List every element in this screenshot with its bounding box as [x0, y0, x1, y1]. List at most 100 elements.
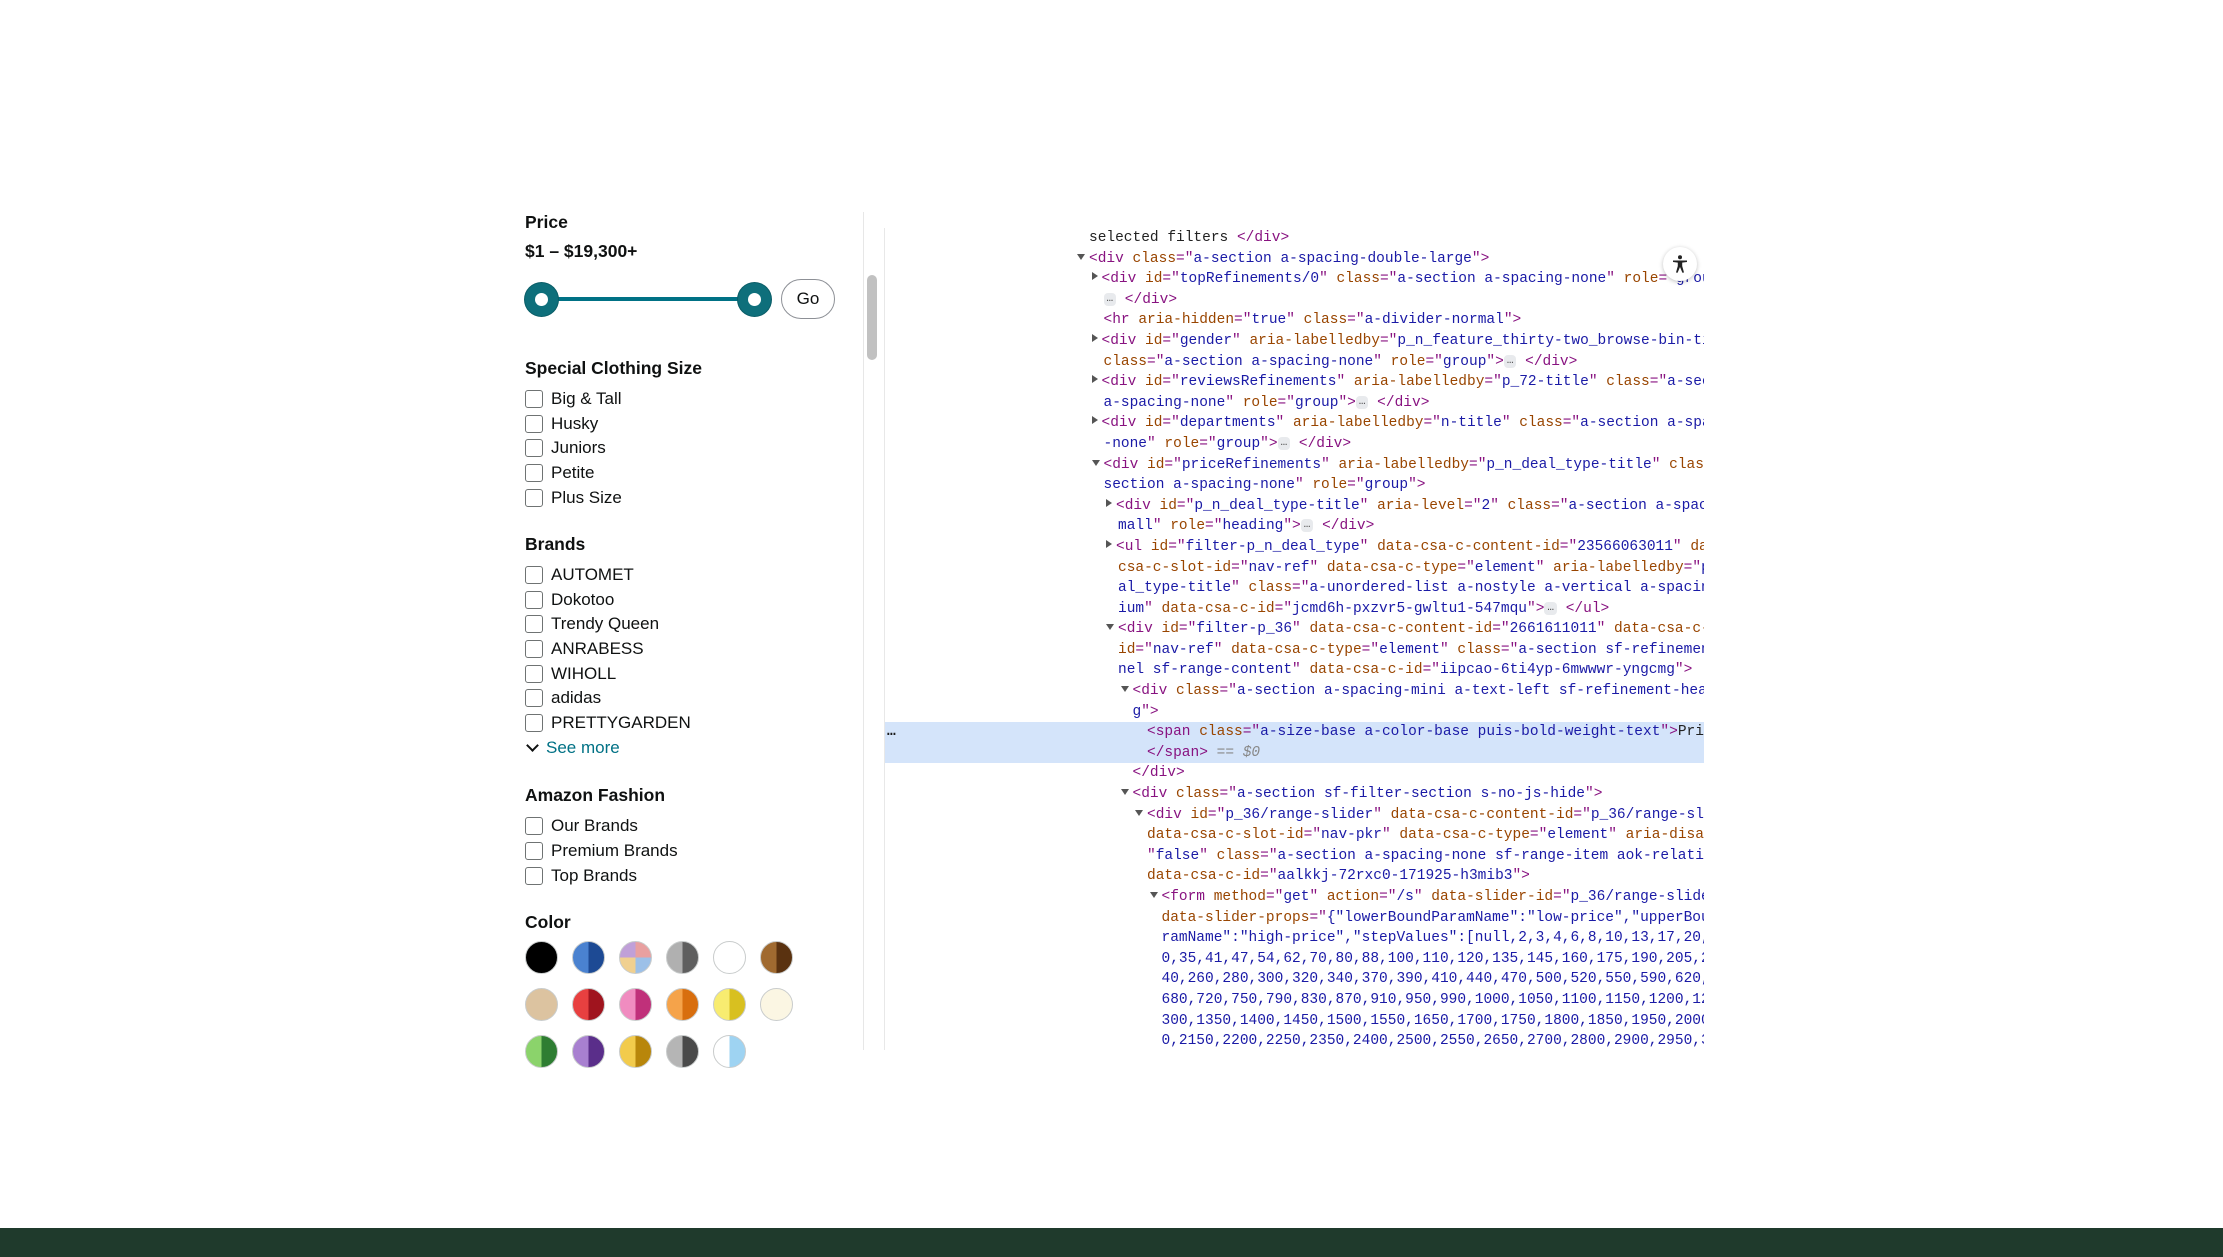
amazon-fashion-option[interactable]: Our Brands — [525, 814, 845, 839]
dom-node-line[interactable]: <div id="filter-p_36" data-csa-c-content… — [885, 619, 1704, 640]
expand-triangle-open-icon[interactable] — [1150, 892, 1158, 898]
dom-node-line[interactable]: -none" role="group">… </div> — [885, 434, 1704, 455]
expand-triangle-closed-icon[interactable] — [1092, 272, 1098, 280]
color-swatch[interactable] — [760, 941, 793, 974]
brand-option[interactable]: adidas — [525, 686, 845, 711]
dom-node-line[interactable]: <div class="a-section a-spacing-double-l… — [885, 249, 1704, 270]
checkbox[interactable] — [525, 640, 543, 658]
checkbox[interactable] — [525, 415, 543, 433]
checkbox[interactable] — [525, 867, 543, 885]
dom-node-line[interactable]: </div> — [885, 763, 1704, 784]
clothing-size-option[interactable]: Husky — [525, 412, 845, 437]
dom-node-line[interactable]: "false" class="a-section a-spacing-none … — [885, 846, 1704, 867]
dom-node-line-selected[interactable]: …<span class="a-size-base a-color-base p… — [885, 722, 1704, 743]
dom-node-line[interactable]: <div id="p_36/range-slider" data-csa-c-c… — [885, 805, 1704, 826]
color-swatch[interactable] — [619, 1035, 652, 1068]
dom-node-line[interactable]: 300,1350,1400,1450,1500,1550,1650,1700,1… — [885, 1011, 1704, 1032]
brand-option[interactable]: AUTOMET — [525, 563, 845, 588]
expand-triangle-closed-icon[interactable] — [1106, 540, 1112, 548]
expand-triangle-open-icon[interactable] — [1092, 460, 1100, 466]
collapsed-children-ellipsis[interactable]: … — [1278, 437, 1291, 450]
checkbox[interactable] — [525, 615, 543, 633]
dom-node-line[interactable]: <hr aria-hidden="true" class="a-divider-… — [885, 310, 1704, 331]
checkbox[interactable] — [525, 817, 543, 835]
checkbox[interactable] — [525, 390, 543, 408]
dom-node-line[interactable]: g"> — [885, 702, 1704, 723]
price-slider[interactable]: Go — [525, 278, 835, 320]
color-swatch[interactable] — [760, 988, 793, 1021]
expand-triangle-open-icon[interactable] — [1135, 810, 1143, 816]
dom-node-line[interactable]: data-csa-c-slot-id="nav-pkr" data-csa-c-… — [885, 825, 1704, 846]
clothing-size-option[interactable]: Petite — [525, 461, 845, 486]
checkbox[interactable] — [525, 591, 543, 609]
color-swatch[interactable] — [572, 1035, 605, 1068]
dom-node-line[interactable]: data-slider-props="{"lowerBoundParamName… — [885, 908, 1704, 929]
accessibility-button[interactable] — [1663, 247, 1697, 281]
filters-scrollbar[interactable] — [867, 275, 877, 360]
dom-node-line[interactable]: mall" role="heading">… </div> — [885, 516, 1704, 537]
dom-node-line[interactable]: nel sf-range-content" data-csa-c-id="iip… — [885, 660, 1704, 681]
dom-node-line[interactable]: <div class="a-section a-spacing-mini a-t… — [885, 681, 1704, 702]
checkbox[interactable] — [525, 439, 543, 457]
color-swatch[interactable] — [572, 941, 605, 974]
color-swatch[interactable] — [619, 941, 652, 974]
color-swatch[interactable] — [666, 1035, 699, 1068]
checkbox[interactable] — [525, 665, 543, 683]
dom-node-line[interactable]: id="nav-ref" data-csa-c-type="element" c… — [885, 640, 1704, 661]
node-actions-ellipsis[interactable]: … — [887, 722, 897, 743]
brand-option[interactable]: WIHOLL — [525, 661, 845, 686]
color-swatch[interactable] — [666, 988, 699, 1021]
brand-option[interactable]: ANRABESS — [525, 637, 845, 662]
dom-node-line[interactable]: <div id="gender" aria-labelledby="p_n_fe… — [885, 331, 1704, 352]
amazon-fashion-option[interactable]: Top Brands — [525, 863, 845, 888]
checkbox[interactable] — [525, 489, 543, 507]
dom-node-line[interactable]: ramName":"high-price","stepValues":[null… — [885, 928, 1704, 949]
expand-triangle-closed-icon[interactable] — [1092, 334, 1098, 342]
checkbox[interactable] — [525, 714, 543, 732]
price-go-button[interactable]: Go — [781, 279, 835, 319]
collapsed-children-ellipsis[interactable]: … — [1504, 355, 1517, 368]
color-swatch[interactable] — [666, 941, 699, 974]
dom-node-line[interactable]: class="a-section a-spacing-none" role="g… — [885, 352, 1704, 373]
dom-node-line[interactable]: data-csa-c-id="aalkkj-72rxc0-171925-h3mi… — [885, 866, 1704, 887]
color-swatch[interactable] — [619, 988, 652, 1021]
collapsed-children-ellipsis[interactable]: … — [1544, 602, 1557, 615]
dom-node-line[interactable]: selected filters </div> — [885, 228, 1704, 249]
price-slider-low-handle[interactable] — [525, 283, 558, 316]
expand-triangle-open-icon[interactable] — [1121, 686, 1129, 692]
dom-node-line[interactable]: section a-spacing-none" role="group"> — [885, 475, 1704, 496]
color-swatch[interactable] — [525, 1035, 558, 1068]
dom-node-line[interactable]: <div id="reviewsRefinements" aria-labell… — [885, 372, 1704, 393]
checkbox[interactable] — [525, 842, 543, 860]
expand-triangle-closed-icon[interactable] — [1092, 375, 1098, 383]
brands-see-more-link[interactable]: See more — [525, 735, 845, 761]
checkbox[interactable] — [525, 566, 543, 584]
brand-option[interactable]: Dokotoo — [525, 588, 845, 613]
color-swatch[interactable] — [713, 988, 746, 1021]
expand-triangle-open-icon[interactable] — [1121, 789, 1129, 795]
clothing-size-option[interactable]: Plus Size — [525, 485, 845, 510]
brand-option[interactable]: Trendy Queen — [525, 612, 845, 637]
color-swatch[interactable] — [525, 988, 558, 1021]
amazon-fashion-option[interactable]: Premium Brands — [525, 839, 845, 864]
dom-node-line[interactable]: <div id="priceRefinements" aria-labelled… — [885, 455, 1704, 476]
expand-triangle-closed-icon[interactable] — [1092, 416, 1098, 424]
expand-triangle-open-icon[interactable] — [1106, 624, 1114, 630]
color-swatch[interactable] — [713, 941, 746, 974]
dom-node-line[interactable]: <div id="departments" aria-labelledby="n… — [885, 413, 1704, 434]
collapsed-children-ellipsis[interactable]: … — [1356, 396, 1369, 409]
dom-node-line[interactable]: <form method="get" action="/s" data-slid… — [885, 887, 1704, 908]
dom-node-line[interactable]: 0,2150,2200,2250,2350,2400,2500,2550,265… — [885, 1031, 1704, 1050]
brand-option[interactable]: PRETTYGARDEN — [525, 711, 845, 736]
color-swatch[interactable] — [713, 1035, 746, 1068]
price-slider-high-handle[interactable] — [738, 283, 771, 316]
dom-node-line-selected[interactable]: </span> == $0 — [885, 743, 1704, 764]
clothing-size-option[interactable]: Big & Tall — [525, 387, 845, 412]
dom-node-line[interactable]: 680,720,750,790,830,870,910,950,990,1000… — [885, 990, 1704, 1011]
color-swatch[interactable] — [572, 988, 605, 1021]
dom-node-line[interactable]: a-spacing-none" role="group">… </div> — [885, 393, 1704, 414]
collapsed-children-ellipsis[interactable]: … — [1104, 293, 1117, 306]
color-swatch[interactable] — [525, 941, 558, 974]
dom-node-line[interactable]: <div id="topRefinements/0" class="a-sect… — [885, 269, 1704, 290]
dom-node-line[interactable]: al_type-title" class="a-unordered-list a… — [885, 578, 1704, 599]
